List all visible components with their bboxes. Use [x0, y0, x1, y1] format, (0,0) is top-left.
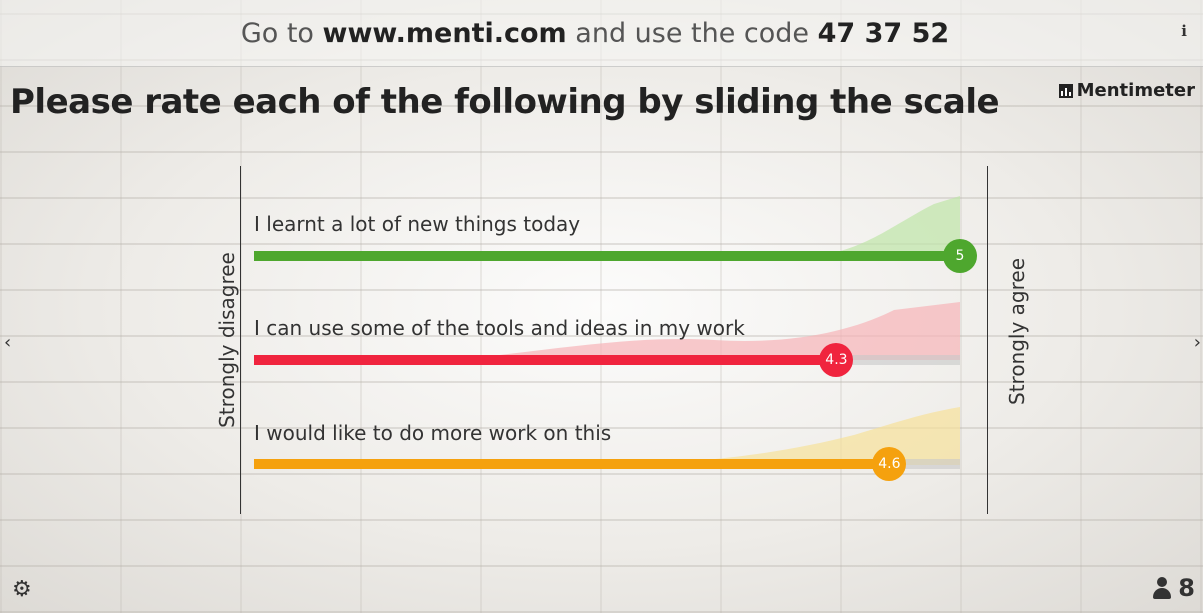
join-instructions: Go to www.menti.com and use the code 47 … — [0, 18, 1190, 49]
participants-count: 8 — [1178, 574, 1195, 602]
slider-fill-3 — [254, 459, 890, 469]
scale-min-label: Strongly disagree — [215, 252, 239, 428]
slider-track-3[interactable] — [254, 459, 960, 469]
scale-max-label: Strongly agree — [1005, 257, 1029, 405]
info-icon[interactable]: i — [1181, 22, 1187, 40]
slider-track-2[interactable] — [254, 355, 960, 365]
brand-name: Mentimeter — [1076, 80, 1195, 101]
slider-knob-1[interactable]: 5 — [943, 239, 977, 273]
join-middle: and use the code — [575, 18, 810, 49]
person-icon — [1152, 577, 1172, 599]
item-label-3: I would like to do more work on this — [254, 421, 612, 445]
settings-gear-icon[interactable]: ⚙ — [12, 577, 32, 602]
join-bar: Go to www.menti.com and use the code 47 … — [0, 0, 1203, 67]
item-label-1: I learnt a lot of new things today — [254, 212, 581, 236]
mentimeter-icon — [1058, 83, 1073, 98]
slider-fill-2 — [254, 355, 837, 365]
join-url[interactable]: www.menti.com — [323, 18, 567, 49]
mentimeter-logo: Mentimeter — [1058, 80, 1195, 101]
join-code: 47 37 52 — [817, 18, 950, 49]
slider-fill-1 — [254, 251, 960, 261]
question-title: Please rate each of the following by sli… — [10, 82, 1000, 122]
slider-track-1[interactable] — [254, 251, 960, 261]
next-slide-arrow[interactable]: › — [1194, 332, 1201, 353]
scale-min-line — [240, 166, 241, 514]
join-prefix: Go to — [240, 18, 314, 49]
item-label-2: I can use some of the tools and ideas in… — [254, 316, 745, 340]
scale-max-line — [987, 166, 988, 514]
prev-slide-arrow[interactable]: ‹ — [4, 332, 11, 353]
participants-counter: 8 — [1152, 574, 1195, 602]
